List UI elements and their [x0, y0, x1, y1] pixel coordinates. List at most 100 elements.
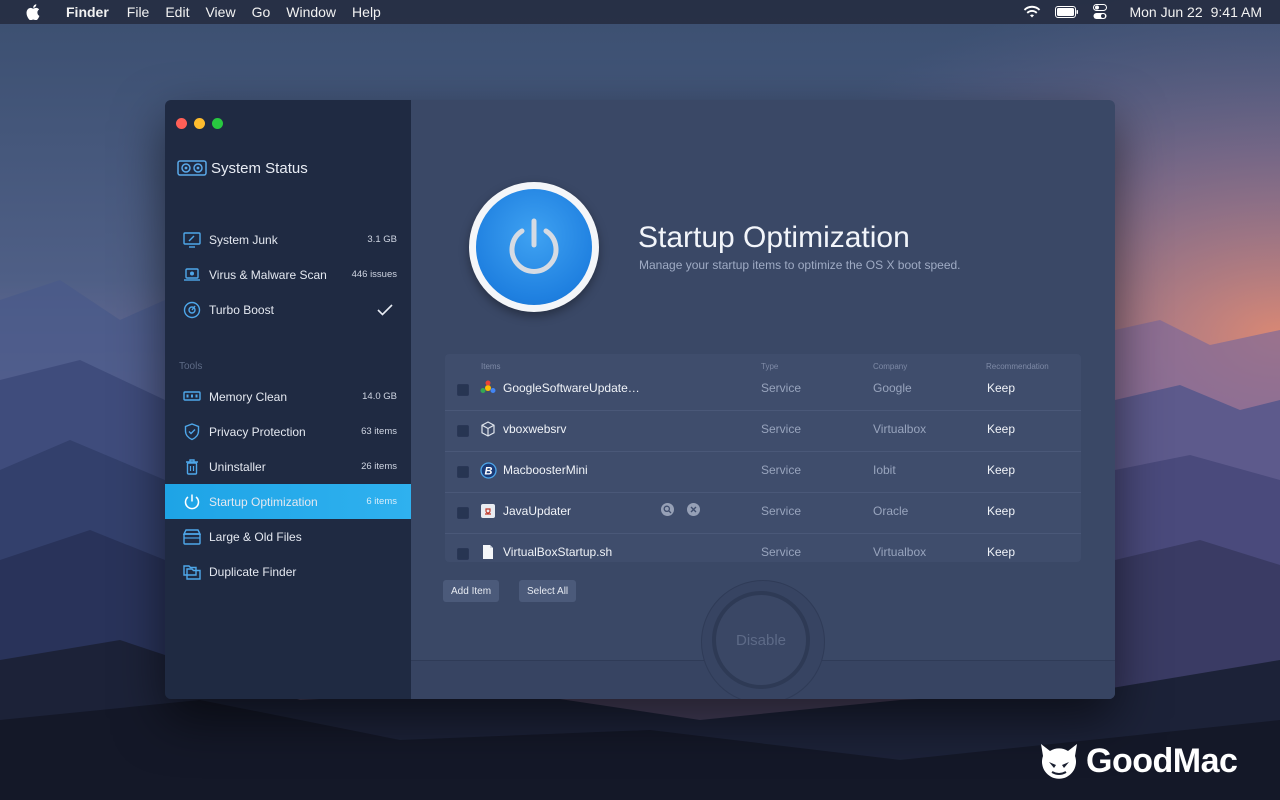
- row-item-type: Service: [761, 381, 802, 395]
- row-checkbox[interactable]: [457, 548, 469, 560]
- sidebar-item-label: Duplicate Finder: [209, 564, 297, 579]
- remove-item-icon[interactable]: [687, 503, 700, 516]
- menu-view[interactable]: View: [205, 4, 235, 20]
- sidebar-item-label: Privacy Protection: [209, 424, 306, 439]
- select-all-button[interactable]: Select All: [519, 580, 577, 602]
- power-icon: [476, 189, 592, 305]
- disable-button-ring: Disable: [701, 580, 825, 699]
- row-item-recommendation: Keep: [987, 422, 1016, 436]
- row-item-company: Virtualbox: [873, 545, 927, 559]
- menu-help[interactable]: Help: [352, 4, 381, 20]
- reveal-in-finder-icon[interactable]: [661, 503, 674, 516]
- row-checkbox[interactable]: [457, 507, 469, 519]
- row-item-name: MacboosterMini: [503, 463, 588, 477]
- row-item-type: Service: [761, 422, 802, 436]
- battery-icon[interactable]: [1055, 6, 1079, 18]
- zoom-window-button[interactable]: [212, 118, 223, 129]
- svg-text:B: B: [484, 465, 492, 477]
- row-item-type: Service: [761, 504, 802, 518]
- sidebar-item-privacy-protection[interactable]: Privacy Protection 63 items: [165, 414, 411, 449]
- sidebar-item-turbo-boost[interactable]: Turbo Boost: [165, 292, 411, 327]
- sidebar-item-label: Turbo Boost: [209, 302, 274, 317]
- document-icon: [479, 543, 497, 561]
- goodmac-mascot-icon: [1041, 744, 1077, 779]
- tools-section-label: Tools: [179, 361, 203, 372]
- sidebar-item-startup-optimization[interactable]: Startup Optimization 6 items: [165, 484, 411, 519]
- google-update-icon: [479, 379, 497, 397]
- table-row[interactable]: VirtualBoxStartup.sh Service Virtualbox …: [445, 533, 1081, 562]
- sidebar-item-large-old-files[interactable]: Large & Old Files: [165, 519, 411, 554]
- row-item-name: VirtualBoxStartup.sh: [503, 545, 613, 559]
- virtualbox-cube-icon: [479, 420, 497, 438]
- minimize-window-button[interactable]: [194, 118, 205, 129]
- menu-edit[interactable]: Edit: [165, 4, 189, 20]
- table-row[interactable]: GoogleSoftwareUpdate… Service Google Kee…: [445, 370, 1081, 410]
- page-title: Startup Optimization: [638, 221, 910, 254]
- row-checkbox[interactable]: [457, 425, 469, 437]
- system-status-header[interactable]: System Status: [177, 158, 308, 178]
- row-item-company: Iobit: [873, 463, 896, 477]
- startup-items-table: Items Type Company Recommendation Google…: [445, 354, 1081, 562]
- row-item-company: Virtualbox: [873, 422, 927, 436]
- row-item-name: JavaUpdater: [503, 504, 572, 518]
- menu-window[interactable]: Window: [286, 4, 336, 20]
- disable-button[interactable]: Disable: [712, 591, 810, 689]
- sidebar-item-uninstaller[interactable]: Uninstaller 26 items: [165, 449, 411, 484]
- speedometer-icon: [182, 300, 202, 320]
- power-icon: [182, 492, 202, 512]
- sidebar-item-value: 63 items: [361, 426, 397, 437]
- row-item-type: Service: [761, 463, 802, 477]
- java-icon: [479, 502, 497, 520]
- sidebar-item-value: 6 items: [366, 496, 397, 507]
- page-subtitle: Manage your startup items to optimize th…: [639, 258, 961, 272]
- row-item-recommendation: Keep: [987, 545, 1016, 559]
- sidebar-item-duplicate-finder[interactable]: Duplicate Finder: [165, 554, 411, 589]
- table-row[interactable]: B MacboosterMini Service Iobit Keep: [445, 451, 1081, 492]
- clock-date: Mon Jun 22: [1129, 4, 1203, 20]
- checkmark-icon: [377, 303, 393, 316]
- menu-go[interactable]: Go: [252, 4, 271, 20]
- laptop-shield-icon: [182, 265, 202, 285]
- menu-clock[interactable]: Mon Jun 22 9:41 AM: [1121, 4, 1262, 20]
- table-row[interactable]: JavaUpdater Service Oracle Keep: [445, 492, 1081, 533]
- add-item-button[interactable]: Add Item: [443, 580, 500, 602]
- clock-time: 9:41 AM: [1210, 4, 1262, 20]
- row-item-recommendation: Keep: [987, 463, 1016, 477]
- sidebar: System Status System Junk 3.1 GB Virus &…: [165, 100, 411, 699]
- sidebar-item-value: 446 issues: [351, 269, 397, 280]
- wifi-icon[interactable]: [1023, 5, 1041, 19]
- sidebar-item-label: Uninstaller: [209, 459, 266, 474]
- apple-icon[interactable]: [26, 3, 44, 21]
- control-center-icon[interactable]: [1093, 4, 1108, 20]
- box-stack-icon: [182, 527, 202, 547]
- row-item-name: vboxwebsrv: [503, 422, 567, 436]
- row-checkbox[interactable]: [457, 384, 469, 396]
- sidebar-item-value: 14.0 GB: [362, 391, 397, 402]
- sidebar-item-value: 3.1 GB: [367, 234, 397, 245]
- system-status-icon: [177, 160, 207, 176]
- duplicate-folders-icon: [182, 562, 202, 582]
- sidebar-item-label: Large & Old Files: [209, 529, 302, 544]
- app-window: System Status System Junk 3.1 GB Virus &…: [165, 100, 1115, 699]
- shield-check-icon: [182, 422, 202, 442]
- close-window-button[interactable]: [176, 118, 187, 129]
- table-row[interactable]: vboxwebsrv Service Virtualbox Keep: [445, 410, 1081, 451]
- sidebar-item-system-junk[interactable]: System Junk 3.1 GB: [165, 222, 411, 257]
- menu-bar: Finder File Edit View Go Window Help Mon…: [0, 0, 1280, 24]
- main-pane: Startup Optimization Manage your startup…: [411, 100, 1115, 699]
- monitor-broom-icon: [182, 230, 202, 250]
- row-checkbox[interactable]: [457, 466, 469, 478]
- macbooster-b-icon: B: [479, 461, 497, 479]
- menu-file[interactable]: File: [127, 4, 150, 20]
- memory-chip-icon: [182, 387, 202, 407]
- system-status-label: System Status: [211, 159, 308, 177]
- sidebar-item-label: System Junk: [209, 232, 278, 247]
- sidebar-item-label: Virus & Malware Scan: [209, 267, 327, 282]
- sidebar-item-value: 26 items: [361, 461, 397, 472]
- row-item-company: Oracle: [873, 504, 909, 518]
- sidebar-item-virus-malware-scan[interactable]: Virus & Malware Scan 446 issues: [165, 257, 411, 292]
- goodmac-watermark: GoodMac: [1038, 740, 1238, 782]
- menu-app-finder[interactable]: Finder: [66, 4, 109, 20]
- sidebar-item-memory-clean[interactable]: Memory Clean 14.0 GB: [165, 379, 411, 414]
- row-item-company: Google: [873, 381, 912, 395]
